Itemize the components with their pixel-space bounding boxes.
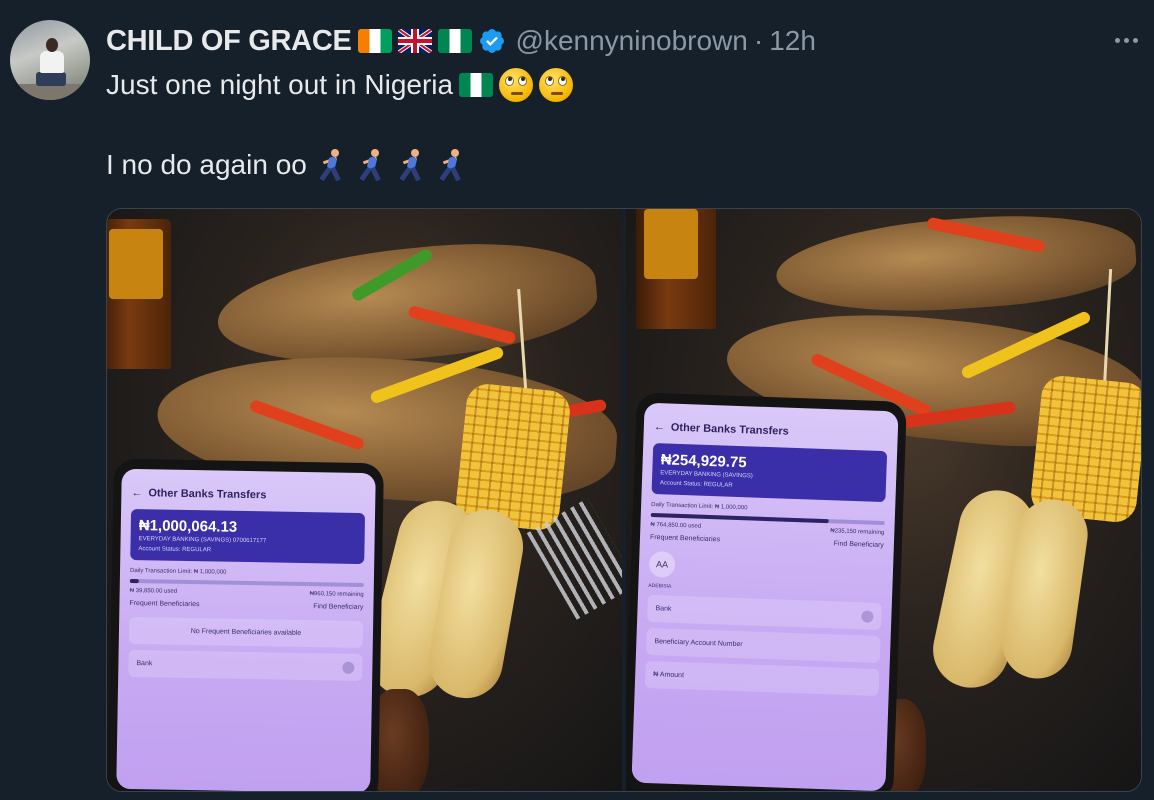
no-frequent-message: No Frequent Beneficiaries available [128, 616, 364, 649]
bottle [107, 219, 171, 369]
phone-screen: ← Other Banks Transfers ₦254,929.75 EVER… [631, 402, 899, 791]
flag-cote-divoire-icon [357, 29, 392, 53]
handle[interactable]: @kennyninobrown [516, 25, 748, 57]
tweet-media: ← Other Banks Transfers ₦1,000,064.13 EV… [106, 208, 1142, 792]
bank-field-label: Bank [655, 605, 672, 613]
back-arrow-icon[interactable]: ← [654, 421, 665, 433]
frequent-row: Frequent Beneficiaries Find Beneficiary [119, 596, 373, 615]
runner-icon [353, 148, 387, 182]
tweet-header: CHILD OF GRACE @kennyninobrown · 12h [106, 24, 816, 58]
face-rolling-eyes-icon [499, 68, 534, 102]
avatar-bench [10, 84, 90, 100]
flag-nigeria-icon [437, 29, 472, 53]
amount-field[interactable]: ₦ Amount [644, 660, 880, 697]
account-card: ₦1,000,064.13 EVERYDAY BANKING (SAVINGS)… [130, 508, 366, 565]
used-amount: ₦ 39,850.00 used [129, 587, 178, 595]
bank-field[interactable]: Bank [128, 649, 363, 682]
more-icon[interactable] [1106, 28, 1146, 52]
avatar-person-body [40, 51, 64, 73]
amount-label: ₦ Amount [653, 671, 685, 680]
frequent-label: Frequent Beneficiaries [649, 533, 721, 544]
bottle [636, 209, 716, 329]
screen-title-text: Other Banks Transfers [148, 487, 267, 502]
chevron-down-icon [342, 661, 355, 674]
photo-right[interactable]: ← Other Banks Transfers ₦254,929.75 EVER… [626, 209, 1141, 791]
display-name[interactable]: CHILD OF GRACE [106, 25, 352, 58]
photo-left[interactable]: ← Other Banks Transfers ₦1,000,064.13 EV… [107, 209, 622, 791]
flag-uk-icon [397, 29, 432, 53]
tweet[interactable]: CHILD OF GRACE @kennyninobrown · 12h Jus… [0, 0, 1154, 800]
frequent-label: Frequent Beneficiaries [129, 599, 200, 609]
account-status: Account Status: REGULAR [138, 546, 212, 554]
remaining-amount: ₦235,150 remaining [830, 528, 885, 537]
screen-title: ← Other Banks Transfers [121, 483, 375, 507]
tweet-text-line1: Just one night out in Nigeria [106, 66, 574, 104]
used-amount: ₦ 764,850.00 used [650, 521, 702, 530]
phone-screen: ← Other Banks Transfers ₦1,000,064.13 EV… [116, 468, 376, 791]
account-number-field[interactable]: Beneficiary Account Number [645, 627, 881, 664]
separator: · [753, 25, 764, 56]
avatar-person-head [46, 38, 58, 52]
phone: ← Other Banks Transfers ₦254,929.75 EVER… [626, 392, 907, 791]
runner-icon [433, 148, 467, 182]
timestamp[interactable]: 12h [769, 25, 816, 57]
flag-nigeria-icon [459, 73, 494, 97]
avatar[interactable] [10, 20, 90, 100]
corn [453, 381, 573, 533]
find-beneficiary-link[interactable]: Find Beneficiary [313, 603, 363, 611]
tweet-text: Just one night out in Nigeria [106, 69, 454, 100]
chevron-down-icon [861, 610, 874, 623]
face-rolling-eyes-icon [539, 68, 574, 102]
daily-limit: Daily Transaction Limit: ₦ 1,000,000 [129, 567, 227, 576]
avatar-person-legs [36, 72, 66, 86]
account-card: ₦254,929.75 EVERYDAY BANKING (SAVINGS) A… [651, 443, 888, 503]
account-type: EVERYDAY BANKING (SAVINGS) 0700617177 [138, 536, 267, 545]
verified-badge-icon [479, 29, 504, 53]
account-number-label: Beneficiary Account Number [654, 638, 743, 649]
account-balance: ₦1,000,064.13 [138, 517, 238, 536]
runner-icon [313, 148, 347, 182]
remaining-amount: ₦960,150 remaining [309, 591, 364, 599]
runner-icon [393, 148, 427, 182]
beneficiary-avatar[interactable]: AA [648, 550, 676, 578]
find-beneficiary-link[interactable]: Find Beneficiary [834, 540, 884, 549]
limit-progress-fill [129, 578, 140, 584]
tweet-text: I no do again oo [106, 149, 307, 180]
tweet-text-line2: I no do again oo [106, 146, 467, 184]
back-arrow-icon[interactable]: ← [131, 487, 142, 499]
phone: ← Other Banks Transfers ₦1,000,064.13 EV… [108, 458, 384, 791]
bank-field-label: Bank [136, 660, 153, 668]
screen-title-text: Other Banks Transfers [670, 421, 789, 438]
bank-field[interactable]: Bank [647, 594, 882, 631]
